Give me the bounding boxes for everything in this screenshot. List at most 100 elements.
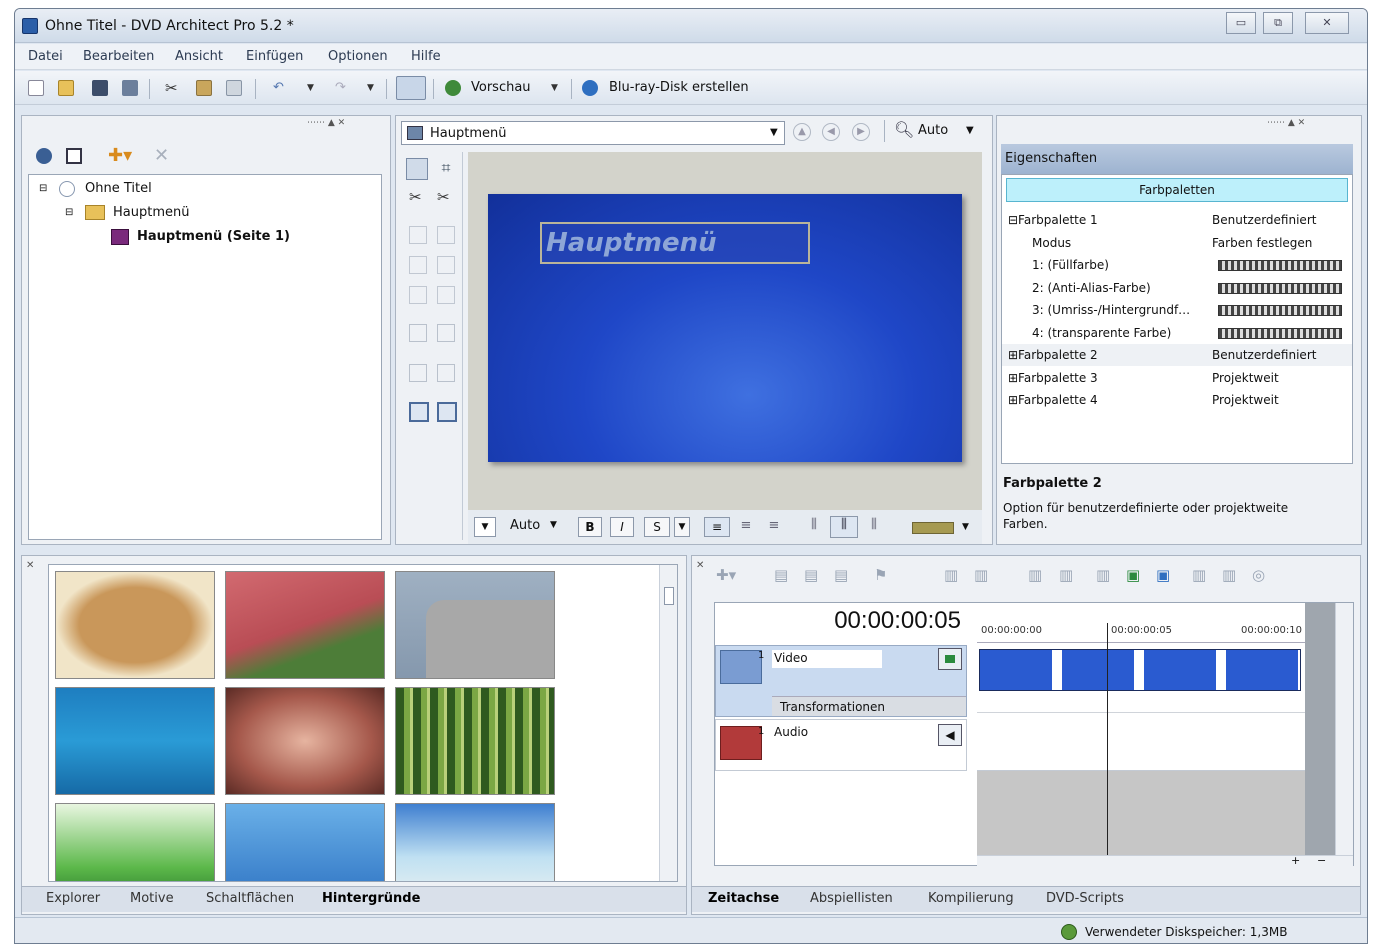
thumbnail-bamboo[interactable] — [395, 687, 555, 795]
menu-bearbeiten[interactable]: Bearbeiten — [83, 49, 154, 64]
align-top-icon[interactable] — [437, 226, 455, 244]
thumbnail-beach[interactable] — [395, 803, 555, 881]
marker-icon[interactable]: ⚑ — [874, 566, 887, 584]
property-row[interactable]: ⊟Farbpalette 1 Benutzerdefiniert — [1002, 209, 1352, 231]
save-as-icon[interactable] — [122, 80, 138, 96]
text-color-swatch[interactable] — [912, 522, 954, 534]
zoom-out-icon[interactable]: − — [1317, 854, 1326, 867]
bold-button[interactable]: B — [578, 517, 602, 537]
align-bottom-icon[interactable] — [409, 286, 427, 304]
mute-audio-icon[interactable]: ◀ — [938, 724, 962, 746]
thumbnail-family[interactable] — [55, 803, 215, 881]
video-track-name[interactable]: Video — [772, 650, 882, 668]
new-icon[interactable] — [28, 80, 44, 96]
property-row[interactable]: 1: (Füllfarbe) — [1002, 254, 1352, 276]
align-left-text-icon[interactable]: ≡ — [704, 517, 730, 537]
preview-button[interactable]: Vorschau — [471, 80, 531, 95]
track-tool-icon[interactable]: ▤ — [774, 566, 788, 584]
preview-icon[interactable] — [445, 80, 461, 96]
property-row[interactable]: ⊞Farbpalette 2 Benutzerdefiniert — [1002, 344, 1352, 366]
tab-schaltflaechen[interactable]: Schaltflächen — [206, 891, 294, 906]
close-button[interactable]: ✕ — [1305, 12, 1349, 34]
tree-menu[interactable]: Hauptmenü — [113, 205, 189, 220]
settings-a-icon[interactable]: ▥ — [1192, 566, 1206, 584]
preview-tool-icon[interactable]: ▣ — [1156, 566, 1170, 584]
menu-hilfe[interactable]: Hilfe — [411, 49, 441, 64]
insert-plus-icon[interactable]: ✚▾ — [108, 145, 132, 166]
font-dropdown-icon[interactable]: ▼ — [474, 517, 496, 537]
valign-top-icon[interactable]: ⫼ — [804, 517, 824, 537]
tab-motive[interactable]: Motive — [130, 891, 174, 906]
settings-b-icon[interactable]: ▥ — [1222, 566, 1236, 584]
menu-title-textbox[interactable]: Hauptmenü — [540, 222, 810, 264]
menu-select[interactable]: Hauptmenü ▼ — [401, 121, 785, 145]
arrange-table-icon[interactable] — [437, 402, 457, 422]
italic-button[interactable]: I — [610, 517, 634, 537]
align-right-icon[interactable] — [437, 286, 455, 304]
audio-track-name[interactable]: Audio — [772, 724, 882, 742]
menu-optionen[interactable]: Optionen — [328, 49, 388, 64]
print-icon[interactable]: ▥ — [944, 566, 958, 584]
transformations-row[interactable]: Transformationen — [772, 696, 966, 716]
import-icon[interactable]: ▥ — [1028, 566, 1042, 584]
zoom-in-icon[interactable]: + — [1291, 854, 1300, 867]
timeline-vertical-scrollbar[interactable] — [1335, 603, 1353, 865]
tree-root[interactable]: Ohne Titel — [85, 181, 152, 196]
thumbnail-baseball[interactable] — [225, 803, 385, 881]
align-left-icon[interactable] — [409, 226, 427, 244]
menu-ansicht[interactable]: Ansicht — [175, 49, 223, 64]
nav-back-icon[interactable]: ◀ — [822, 123, 840, 141]
font-size-select[interactable]: Auto — [510, 518, 540, 533]
event-tool-icon[interactable]: ▤ — [834, 566, 848, 584]
property-row[interactable]: ⊞Farbpalette 3 Projektweit — [1002, 367, 1352, 389]
burn-bluray-button[interactable]: Blu-ray-Disk erstellen — [609, 80, 749, 95]
palette-category-button[interactable]: Farbpaletten — [1006, 178, 1348, 202]
thumbnail-parchment[interactable] — [55, 571, 215, 679]
property-row[interactable]: Modus Farben festlegen — [1002, 232, 1352, 254]
same-height-icon[interactable] — [437, 324, 455, 342]
arrange-grid-icon[interactable] — [409, 402, 429, 422]
property-row[interactable]: 4: (transparente Farbe) — [1002, 322, 1352, 344]
tab-zeitachse[interactable]: Zeitachse — [708, 891, 779, 906]
thumbnail-frame[interactable] — [395, 571, 555, 679]
video-clip[interactable] — [979, 649, 1301, 691]
property-row[interactable]: 3: (Umriss-/Hintergrundf… — [1002, 299, 1352, 321]
color-swatch[interactable] — [1218, 305, 1342, 316]
grid-tool-icon[interactable]: ⌗ — [435, 158, 457, 180]
align-center-text-icon[interactable]: ≡ — [736, 517, 756, 537]
bluray-disc-icon[interactable] — [582, 80, 598, 96]
settings-c-icon[interactable]: ◎ — [1252, 566, 1265, 584]
time-ruler[interactable]: 00:00:00:00 00:00:00:05 00:00:00:10 — [977, 603, 1305, 643]
align-right-text-icon[interactable]: ≡ — [764, 517, 784, 537]
tab-kompilierung[interactable]: Kompilierung — [928, 891, 1014, 906]
media-tool-icon[interactable]: ▤ — [804, 566, 818, 584]
dock-close-icon[interactable]: ✕ — [696, 560, 704, 571]
timeline-horizontal-scrollbar[interactable]: + − — [977, 854, 1353, 867]
add-icon[interactable]: ✚▾ — [716, 566, 736, 584]
split-icon[interactable]: ▥ — [1096, 566, 1110, 584]
undo-icon[interactable]: ↶ — [273, 80, 289, 96]
pointer-tool-icon[interactable] — [406, 158, 428, 180]
color-swatch[interactable] — [1218, 327, 1342, 339]
clip-icon[interactable]: ▥ — [1059, 566, 1073, 584]
property-row[interactable]: ⊞Farbpalette 4 Projektweit — [1002, 389, 1352, 411]
audio-track-header[interactable]: 1 Audio ◀ — [715, 719, 967, 771]
font-size-chevron-icon[interactable]: ▼ — [550, 520, 557, 530]
unlink-tool-icon[interactable]: ✂ — [437, 188, 459, 210]
panel-grip[interactable]: ⋯⋯ ▲ ✕ — [1267, 118, 1305, 128]
tree-menu-page[interactable]: Hauptmenü (Seite 1) — [137, 229, 290, 244]
tab-abspiellisten[interactable]: Abspiellisten — [810, 891, 893, 906]
video-track-header[interactable]: 1 Video Transformationen — [715, 645, 967, 717]
shadow-dropdown-icon[interactable]: ▼ — [674, 517, 690, 537]
add-menu-icon[interactable] — [36, 148, 52, 164]
selection-tool-icon[interactable] — [396, 76, 426, 100]
thumbnail-hands[interactable] — [225, 687, 385, 795]
shadow-button[interactable]: S — [644, 517, 670, 537]
add-media-icon[interactable]: ▣ — [1126, 566, 1140, 584]
valign-middle-icon[interactable]: ⫼ — [830, 516, 858, 538]
add-title-icon[interactable] — [66, 148, 82, 164]
color-swatch[interactable] — [1218, 260, 1342, 271]
panel-grip[interactable]: ⋯⋯ ▲ ✕ — [307, 118, 345, 128]
color-swatch[interactable] — [1218, 282, 1342, 294]
center-vertical-icon[interactable] — [437, 256, 455, 274]
